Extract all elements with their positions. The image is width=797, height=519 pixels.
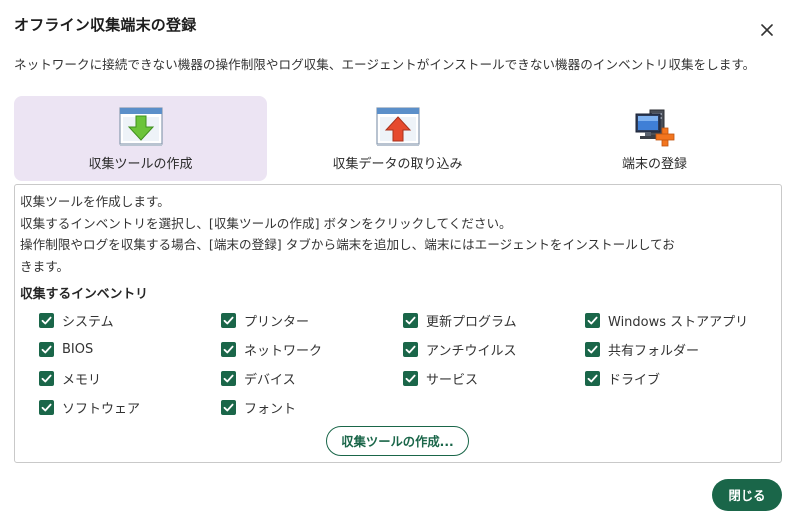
tab-bar: 収集ツールの作成 収集データの取り込み 端末の登録: [14, 96, 782, 181]
tab-label: 収集データの取り込み: [332, 157, 463, 172]
checkbox-label: フォント: [244, 401, 297, 417]
checkbox-checked-icon[interactable]: [39, 399, 54, 415]
inventory-checkbox-system[interactable]: システム: [39, 310, 114, 330]
checkbox-checked-icon[interactable]: [221, 341, 236, 357]
instruction-line: きます。: [20, 258, 70, 274]
offline-collection-dialog: オフライン収集端末の登録 ネットワークに接続できない機器の操作制限やログ収集、エ…: [0, 0, 797, 519]
inventory-checkbox-services[interactable]: サービス: [403, 368, 478, 388]
checkbox-checked-icon[interactable]: [221, 370, 236, 386]
checkbox-label: 共有フォルダー: [608, 343, 700, 359]
checkbox-label: デバイス: [244, 372, 296, 388]
inventory-checkbox-memory[interactable]: メモリ: [39, 368, 101, 388]
inventory-checkbox-fonts[interactable]: フォント: [221, 397, 296, 417]
checkbox-label: BIOS: [62, 341, 94, 357]
inventory-checkbox-printer[interactable]: プリンター: [221, 310, 309, 330]
inventory-checkbox-software[interactable]: ソフトウェア: [39, 397, 140, 417]
download-window-icon: [118, 106, 164, 148]
inventory-checkbox-store-apps[interactable]: Windows ストアアプリ: [585, 310, 748, 330]
checkbox-label: システム: [62, 314, 114, 330]
checkbox-label: サービス: [426, 372, 479, 388]
checkbox-checked-icon[interactable]: [585, 370, 600, 386]
tab-import-data[interactable]: 収集データの取り込み: [271, 96, 524, 181]
checkbox-label: ネットワーク: [244, 343, 323, 359]
inventory-checkbox-bios[interactable]: BIOS: [39, 339, 93, 359]
instruction-line: 収集ツールを作成します。: [20, 194, 170, 209]
checkbox-checked-icon[interactable]: [403, 370, 418, 386]
checkbox-label: メモリ: [62, 372, 102, 388]
checkbox-checked-icon[interactable]: [39, 312, 54, 328]
checkbox-label: アンチウイルス: [426, 343, 517, 359]
upload-window-icon: [375, 106, 421, 148]
create-tool-panel: 収集ツールを作成します。 収集するインベントリを選択し、[収集ツールの作成] ボ…: [14, 184, 782, 463]
dialog-title: オフライン収集端末の登録: [14, 16, 197, 34]
tab-label: 収集ツールの作成: [88, 157, 193, 172]
inventory-checkbox-network[interactable]: ネットワーク: [221, 339, 322, 359]
checkbox-checked-icon[interactable]: [585, 341, 600, 357]
checkbox-label: ドライブ: [608, 372, 661, 388]
inventory-checkbox-drives[interactable]: ドライブ: [585, 368, 660, 388]
tab-label: 端末の登録: [621, 157, 687, 172]
inventory-checkbox-shared-folders[interactable]: 共有フォルダー: [585, 339, 699, 359]
checkbox-label: ソフトウェア: [62, 401, 141, 417]
checkbox-checked-icon[interactable]: [221, 312, 236, 328]
inventory-checkbox-updates[interactable]: 更新プログラム: [403, 310, 517, 330]
tab-register-device[interactable]: 端末の登録: [528, 96, 781, 181]
close-button[interactable]: 閉じる: [712, 479, 782, 511]
checkbox-checked-icon[interactable]: [403, 341, 418, 357]
create-tool-button[interactable]: 収集ツールの作成...: [326, 426, 469, 456]
checkbox-checked-icon[interactable]: [585, 312, 600, 328]
inventory-checkbox-antivirus[interactable]: アンチウイルス: [403, 339, 516, 359]
checkbox-label: 更新プログラム: [426, 314, 517, 330]
checkbox-label: プリンター: [244, 314, 310, 330]
checkbox-checked-icon[interactable]: [39, 370, 54, 386]
dialog-description: ネットワークに接続できない機器の操作制限やログ収集、エージェントがインストールで…: [14, 57, 756, 72]
computer-add-icon: [632, 106, 678, 148]
inventory-heading: 収集するインベントリ: [20, 287, 148, 302]
checkbox-checked-icon[interactable]: [403, 312, 418, 328]
close-icon[interactable]: [757, 20, 777, 40]
tab-create-tool[interactable]: 収集ツールの作成: [14, 96, 267, 181]
checkbox-checked-icon[interactable]: [221, 399, 236, 415]
checkbox-checked-icon[interactable]: [39, 341, 54, 357]
inventory-checkbox-devices[interactable]: デバイス: [221, 368, 296, 388]
panel-instructions: 収集ツールを作成します。 収集するインベントリを選択し、[収集ツールの作成] ボ…: [20, 191, 775, 277]
checkbox-label: Windows ストアアプリ: [608, 314, 749, 330]
instruction-line: 収集するインベントリを選択し、[収集ツールの作成] ボタンをクリックしてください…: [20, 215, 512, 231]
instruction-line: 操作制限やログを収集する場合、[端末の登録] タブから端末を追加し、端末にはエー…: [20, 237, 675, 252]
